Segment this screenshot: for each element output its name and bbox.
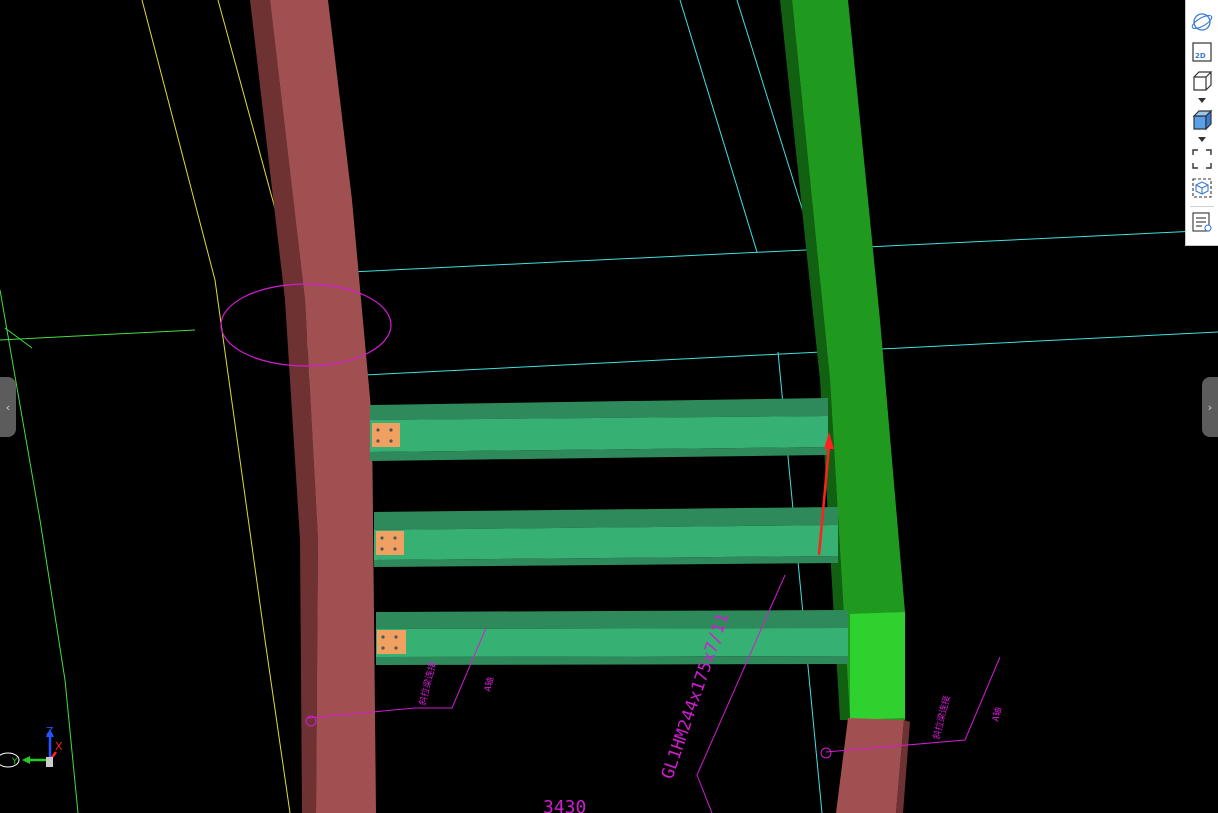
beam-2[interactable] (374, 507, 838, 567)
view-dropdown-button[interactable] (1196, 96, 1208, 104)
connection-plate-3[interactable] (377, 630, 406, 654)
toolbar-separator (1190, 206, 1214, 207)
left-panel-toggle[interactable]: ‹ (0, 377, 16, 437)
isolate-component-icon (1192, 178, 1212, 198)
axis-note-right: A轴 (989, 706, 1004, 723)
2d-view-icon: 2D (1192, 42, 1212, 62)
fit-view-button[interactable] (1190, 147, 1214, 171)
2d-view-button[interactable]: 2D (1190, 40, 1214, 64)
view-dropdown-icon (1198, 97, 1206, 103)
beam-3[interactable] (376, 610, 848, 665)
chevron-left-icon: ‹ (5, 400, 11, 414)
wireframe-view-button[interactable] (1190, 69, 1214, 93)
right-panel-toggle[interactable]: › (1202, 377, 1218, 437)
orbit-button[interactable] (1190, 10, 1214, 34)
connection-note-right: 斜拉梁连接 (930, 694, 953, 741)
axis-y-label: Y (11, 757, 18, 767)
property-list-button[interactable] (1190, 210, 1214, 234)
connection-plate-1[interactable] (372, 423, 400, 447)
column-left[interactable] (250, 0, 376, 813)
property-list-icon (1192, 212, 1212, 232)
shading-dropdown-button[interactable] (1196, 135, 1208, 143)
shaded-cube-icon (1192, 109, 1213, 131)
connection-note-left: 斜拉梁连接 (416, 660, 439, 707)
chevron-right-icon: › (1207, 400, 1213, 414)
3d-model-viewport[interactable]: GL1HM244x175x7/11 3430 斜拉梁连接 A轴 斜拉梁连接 A轴… (0, 0, 1218, 813)
model-scene[interactable]: GL1HM244x175x7/11 3430 斜拉梁连接 A轴 斜拉梁连接 A轴 (0, 0, 1218, 813)
fit-view-icon (1192, 149, 1212, 169)
axis-note-left: A轴 (481, 676, 496, 693)
shading-dropdown-icon (1198, 136, 1206, 142)
view-toolbar: 2D (1185, 0, 1218, 246)
axis-x-label: X (55, 740, 63, 753)
dimension-label: 3430 (543, 797, 586, 813)
axis-z-label: Z (46, 725, 54, 738)
axis-gizmo: Z X Y (0, 725, 63, 768)
wireframe-cube-icon (1193, 71, 1213, 91)
connection-plate-2[interactable] (376, 531, 404, 555)
beam-1[interactable] (370, 398, 828, 461)
shaded-view-button[interactable] (1190, 108, 1214, 132)
orbit-icon (1191, 13, 1213, 31)
isolate-component-button[interactable] (1190, 176, 1214, 200)
svg-text:2D: 2D (1195, 52, 1206, 60)
